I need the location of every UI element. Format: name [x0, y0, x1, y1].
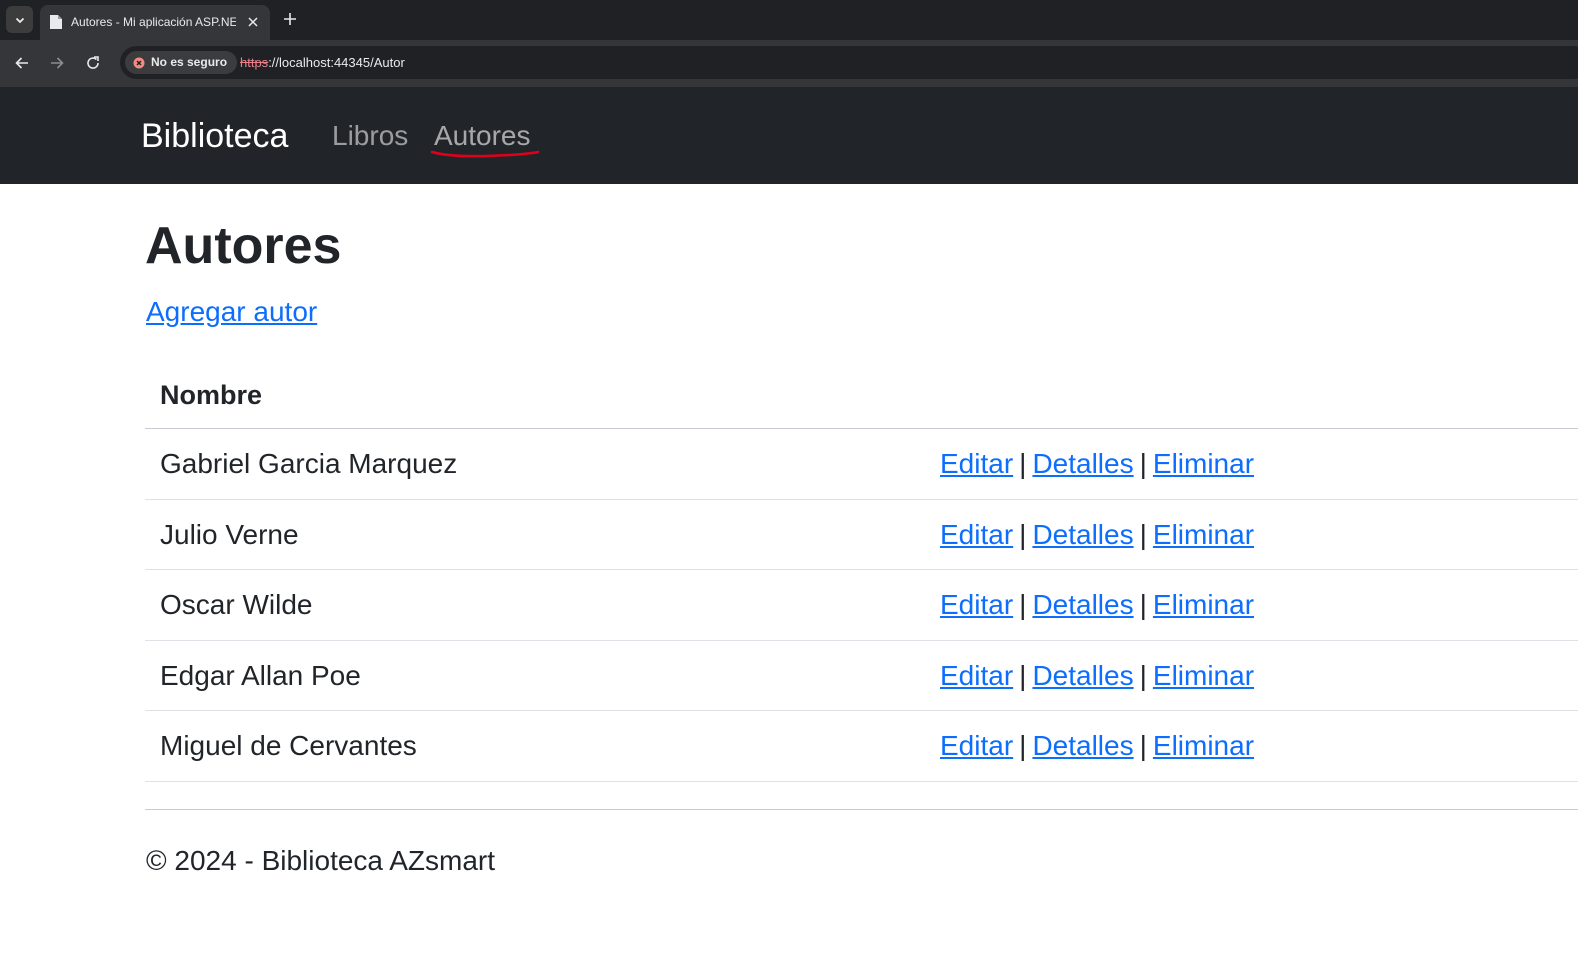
nav-link-libros[interactable]: Libros — [332, 118, 408, 154]
separator: | — [1019, 730, 1027, 761]
page-icon — [50, 15, 62, 29]
url-path: ://localhost:44345/Autor — [268, 55, 405, 70]
footer-divider — [145, 809, 1578, 810]
delete-link[interactable]: Eliminar — [1153, 589, 1254, 620]
details-link[interactable]: Detalles — [1032, 448, 1133, 479]
details-link[interactable]: Detalles — [1032, 519, 1133, 550]
url-text[interactable]: https://localhost:44345/Autor — [240, 54, 405, 71]
app-navbar: Biblioteca Libros Autores — [0, 87, 1578, 184]
separator: | — [1139, 448, 1147, 479]
delete-link[interactable]: Eliminar — [1153, 519, 1254, 550]
address-bar[interactable]: No es seguro https://localhost:44345/Aut… — [120, 46, 1578, 79]
separator: | — [1019, 589, 1027, 620]
security-chip[interactable]: No es seguro — [125, 51, 238, 74]
author-name: Edgar Allan Poe — [160, 659, 361, 691]
add-author-link[interactable]: Agregar autor — [146, 294, 317, 330]
row-actions: Editar | Detalles | Eliminar — [940, 447, 1254, 481]
edit-link[interactable]: Editar — [940, 589, 1013, 620]
tab-search-button[interactable] — [6, 6, 33, 33]
arrow-right-icon — [51, 57, 64, 69]
column-header-nombre: Nombre — [160, 380, 263, 410]
tab-title: Autores - Mi aplicación ASP.NET — [71, 15, 236, 29]
reload-icon — [87, 56, 99, 69]
separator: | — [1019, 448, 1027, 479]
security-label: No es seguro — [151, 55, 228, 69]
page-title: Autores — [145, 217, 342, 275]
separator: | — [1019, 659, 1027, 691]
delete-link[interactable]: Eliminar — [1153, 448, 1254, 479]
footer-text: © 2024 - Biblioteca AZsmart — [146, 845, 496, 876]
delete-link[interactable]: Eliminar — [1153, 730, 1254, 761]
close-icon[interactable] — [244, 13, 262, 31]
author-name: Miguel de Cervantes — [160, 730, 417, 761]
table-row: Oscar Wilde Editar | Detalles | Eliminar — [145, 570, 1578, 641]
author-name: Gabriel Garcia Marquez — [160, 448, 458, 479]
table-row: Julio Verne Editar | Detalles | Eliminar — [145, 500, 1578, 570]
table-row: Gabriel Garcia Marquez Editar | Detalles | E… — [145, 429, 1578, 500]
table-row: Edgar Allan Poe Editar | Detalles | Eliminar — [145, 641, 1578, 711]
edit-link[interactable]: Editar — [940, 660, 1013, 691]
details-link[interactable]: Detalles — [1032, 589, 1133, 620]
author-name: Julio Verne — [160, 518, 299, 550]
reload-button[interactable] — [82, 52, 104, 74]
edit-link[interactable]: Editar — [940, 519, 1013, 550]
separator: | — [1139, 518, 1147, 550]
delete-link[interactable]: Eliminar — [1153, 660, 1254, 691]
details-link[interactable]: Detalles — [1032, 660, 1133, 691]
details-link[interactable]: Detalles — [1032, 730, 1133, 761]
browser-toolbar: No es seguro https://localhost:44345/Aut… — [0, 40, 1578, 87]
separator: | — [1139, 659, 1147, 691]
url-scheme: https — [240, 55, 269, 70]
annotation-underline — [430, 150, 540, 158]
separator: | — [1019, 518, 1027, 550]
row-actions: Editar | Detalles | Eliminar — [940, 659, 1254, 693]
plus-icon — [284, 13, 296, 25]
arrow-left-icon — [15, 57, 28, 69]
table-header-row: Nombre — [145, 360, 1578, 429]
separator: | — [1139, 589, 1147, 620]
separator: | — [1139, 730, 1147, 761]
table-row: Miguel de Cervantes Editar | Detalles | Elim… — [145, 711, 1578, 782]
forward-button[interactable] — [46, 52, 68, 74]
new-tab-button[interactable] — [280, 9, 300, 29]
not-secure-icon — [133, 57, 145, 68]
edit-link[interactable]: Editar — [940, 730, 1013, 761]
back-button[interactable] — [11, 52, 33, 74]
browser-tab-active[interactable]: Autores - Mi aplicación ASP.NET — [40, 5, 270, 40]
row-actions: Editar | Detalles | Eliminar — [940, 588, 1254, 622]
edit-link[interactable]: Editar — [940, 448, 1013, 479]
chevron-down-icon — [15, 17, 24, 23]
row-actions: Editar | Detalles | Eliminar — [940, 729, 1254, 763]
browser-tabstrip: Autores - Mi aplicación ASP.NET — [0, 0, 1578, 40]
author-name: Oscar Wilde — [160, 589, 313, 620]
navbar-brand[interactable]: Biblioteca — [141, 115, 288, 157]
authors-table: Nombre Gabriel Garcia Marquez Editar | Det… — [145, 360, 1578, 782]
row-actions: Editar | Detalles | Eliminar — [940, 518, 1254, 552]
